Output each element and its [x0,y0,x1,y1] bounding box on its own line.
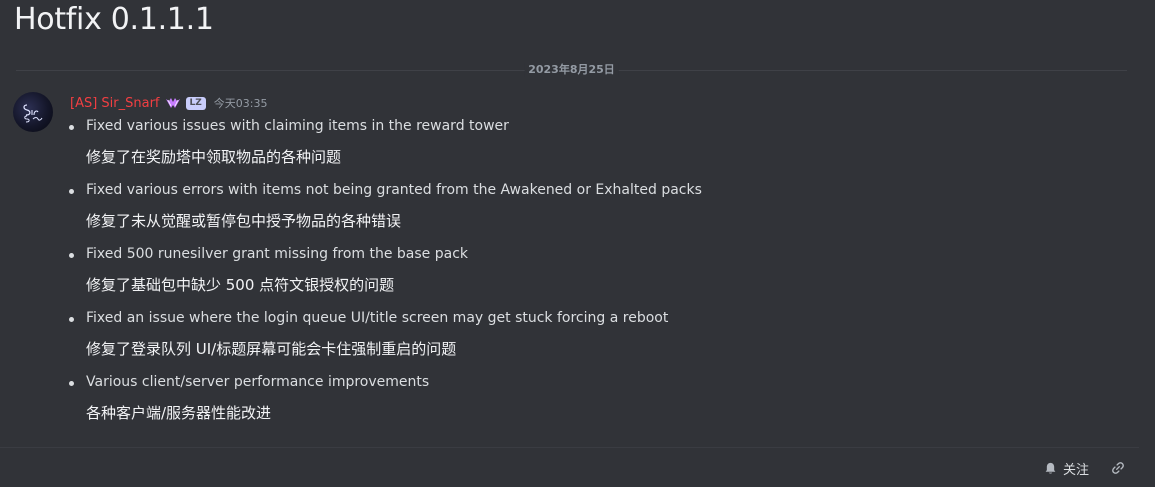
wing-badge-icon [165,98,180,108]
message-header: [AS] Sir_Snarf LZ 今天03:35 [70,93,267,113]
item-english-text: Fixed various issues with claiming items… [86,118,509,134]
follow-button[interactable]: 关注 [1036,456,1097,480]
bullet-icon [69,189,74,194]
date-divider-label: 2023年8月25日 [524,63,619,77]
bullet-icon [69,125,74,130]
avatar-signature-icon [23,104,43,123]
item-chinese-text: 修复了基础包中缺少 500 点符文银授权的问题 [86,276,395,294]
item-chinese-text: 修复了未从觉醒或暂停包中授予物品的各种错误 [86,212,402,230]
post-footer: 关注 [1036,456,1131,480]
avatar[interactable] [13,92,53,132]
username[interactable]: [AS] Sir_Snarf [70,96,160,111]
bullet-icon [69,317,74,322]
bell-icon [1045,462,1056,473]
link-icon [1112,462,1124,474]
bullet-icon [69,381,74,386]
item-english-text: Various client/server performance improv… [86,374,430,390]
item-chinese-text: 修复了在奖励塔中领取物品的各种问题 [86,148,342,166]
item-chinese-text: 修复了登录队列 UI/标题屏幕可能会卡住强制重启的问题 [86,340,457,358]
item-english-text: Fixed an issue where the login queue UI/… [86,310,669,326]
role-tag: LZ [185,96,206,110]
bullet-icon [69,253,74,258]
date-divider: 2023年8月25日 [16,63,1127,77]
bottom-divider [0,447,1139,448]
item-english-text: Fixed 500 runesilver grant missing from … [86,246,468,262]
post-title: Hotfix 0.1.1.1 [14,2,214,37]
copy-link-button[interactable] [1105,456,1131,480]
item-chinese-text: 各种客户端/服务器性能改进 [86,404,272,422]
message-timestamp[interactable]: 今天03:35 [214,95,268,111]
follow-label: 关注 [1062,462,1089,478]
item-english-text: Fixed various errors with items not bein… [86,182,702,198]
